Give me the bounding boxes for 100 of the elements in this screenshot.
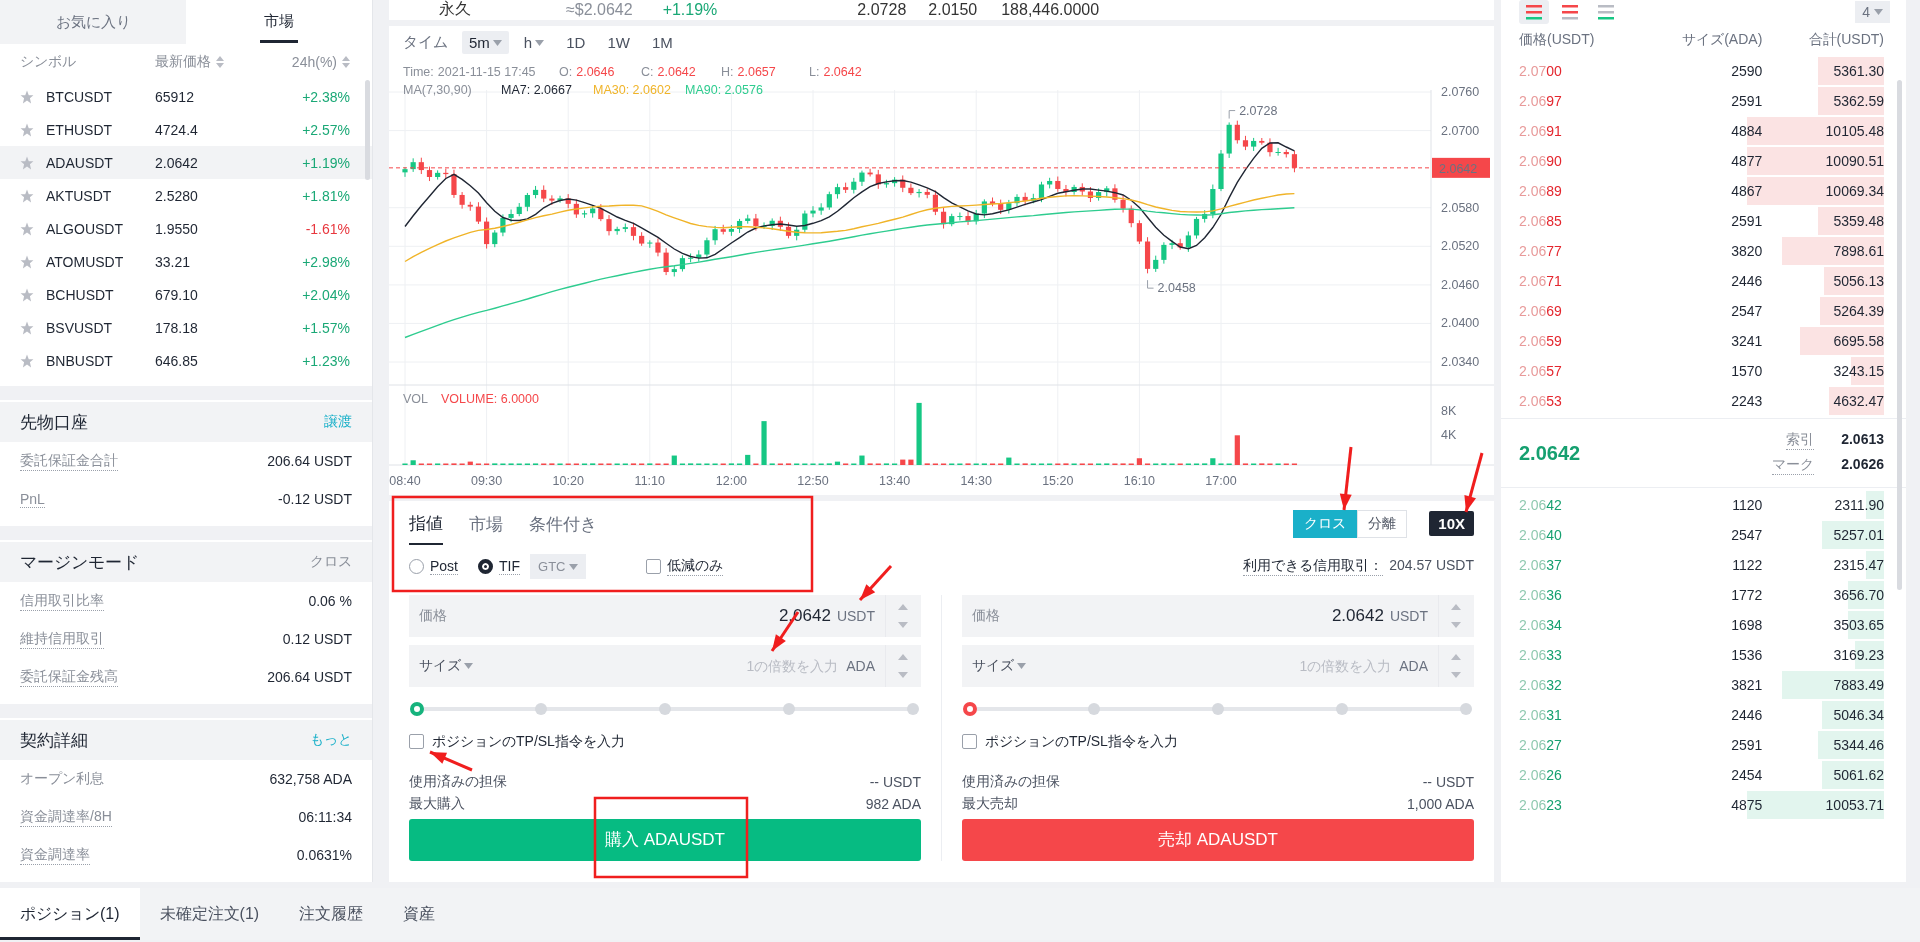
total-cell-text: 5359.48 <box>1832 213 1884 229</box>
change-text: +1.23% <box>302 352 350 369</box>
interval-button[interactable]: 1M <box>644 31 680 55</box>
change-text: +2.57% <box>302 121 350 138</box>
interval-button[interactable]: 5m <box>462 31 509 55</box>
time-tick: 12:00 <box>715 473 748 488</box>
change-text: +2.38% <box>302 88 350 105</box>
price-field[interactable]: 価格 2.0642 USDT <box>962 594 1474 637</box>
field-label: 信用取引比率 <box>20 591 104 611</box>
column-header: 最新価格 <box>155 53 211 71</box>
info-label: 使用済みの担保 <box>409 772 507 791</box>
total-cell-text: 5362.59 <box>1832 93 1884 109</box>
order-type-tab[interactable]: 条件付き <box>529 502 611 546</box>
field-label: 委託保証金残高 <box>20 667 118 687</box>
column-header: シンボル <box>20 53 77 71</box>
size-cell-text: 2547 <box>1730 527 1763 543</box>
price-tick: 2.0580 <box>1441 200 1480 215</box>
section-title: 契約詳細 <box>20 729 88 752</box>
size-cell-text: 1122 <box>1731 557 1763 573</box>
section-title: 先物口座 <box>20 411 88 434</box>
market-row[interactable]: ETHUSDT 4724.4 +2.57% <box>0 113 372 146</box>
total-cell-text: 5361.30 <box>1832 63 1884 79</box>
interval-button[interactable]: 1D <box>559 31 593 55</box>
bottom-tab[interactable]: 注文履歴 <box>279 888 384 940</box>
order-type-tab[interactable]: 指値 <box>409 502 443 546</box>
bottom-tab[interactable]: ポジション(1) <box>0 888 140 940</box>
size-cell-text: 2590 <box>1730 63 1763 79</box>
bottom-tab[interactable]: 未確定注文(1) <box>139 888 280 940</box>
symbol-text: ATOMUSDT <box>46 253 125 270</box>
option-label: TIF <box>499 558 520 576</box>
total-cell-text: 10105.48 <box>1824 123 1884 139</box>
market-row[interactable]: BSVUSDT 178.18 +1.57% <box>0 311 372 344</box>
total-cell-text: 3169.23 <box>1832 647 1884 663</box>
field-value: 206.64 USDT <box>267 669 352 685</box>
column-header: 24h(%) <box>291 54 337 70</box>
market-tab[interactable]: お気に入り <box>0 0 186 44</box>
market-row[interactable]: ATOMUSDT 33.21 +2.98% <box>0 245 372 278</box>
info-value: -- USDT <box>869 773 921 790</box>
section-title: マージンモード <box>20 551 139 574</box>
price-text: 65912 <box>155 88 195 105</box>
time-tick: 14:30 <box>960 473 992 488</box>
ohlc-text: O: 2.0646 <box>559 64 615 79</box>
symbol-text: AKTUSDT <box>46 187 113 204</box>
interval-button[interactable]: h <box>516 31 552 55</box>
price-tick: 2.0400 <box>1441 316 1480 331</box>
time-tick: 15:20 <box>1042 473 1074 488</box>
total-cell-text: 7883.49 <box>1832 677 1884 693</box>
size-cell-text: 1698 <box>1730 617 1763 633</box>
total-cell-text: 2315.47 <box>1832 557 1884 573</box>
margin-mode-button[interactable]: 分離 <box>1357 509 1408 538</box>
market-row[interactable]: BNBUSDT 646.85 +1.23% <box>0 344 372 377</box>
interval-button[interactable]: 1W <box>600 31 637 55</box>
size-cell-text: 3241 <box>1730 333 1763 349</box>
price-text: 2.0642 <box>155 154 199 171</box>
market-row[interactable]: BTCUSDT 65912 +2.38% <box>0 80 372 113</box>
total-cell-text: 5061.62 <box>1832 767 1884 783</box>
total-cell-text: 4632.47 <box>1832 393 1884 409</box>
size-cell-text: 4875 <box>1730 797 1763 813</box>
size-cell-text: 3820 <box>1730 243 1763 259</box>
sell-button[interactable]: 売却 ADAUSDT <box>962 818 1474 861</box>
symbol-text: ETHUSDT <box>46 121 114 138</box>
price-field[interactable]: 価格 2.0642 USDT <box>409 594 921 637</box>
bid-price: 2.0623 <box>1519 797 1563 813</box>
total-cell-text: 10069.34 <box>1824 183 1884 199</box>
market-row[interactable]: ALGOUSDT 1.9550 -1.61% <box>0 212 372 245</box>
info-label: 最大売却 <box>962 794 1018 813</box>
column-header: 合計(USDT) <box>1807 31 1884 49</box>
ask-price: 2.0685 <box>1519 213 1563 229</box>
field-value: -0.12 USDT <box>278 491 352 507</box>
size-cell-text: 2591 <box>1730 93 1763 109</box>
time-tick: 10:20 <box>552 473 584 488</box>
ticker-text: 2.0728 <box>857 0 907 19</box>
field-value: 0.06 % <box>308 593 352 609</box>
leverage-button[interactable]: 10X <box>1429 511 1474 537</box>
total-cell-text: 5257.01 <box>1832 527 1884 543</box>
order-type-tab[interactable]: 市場 <box>469 502 517 546</box>
symbol-text: ADAUSDT <box>46 154 114 171</box>
total-cell-text: 5046.34 <box>1832 707 1884 723</box>
time-label: タイム <box>403 33 448 53</box>
size-cell-text: 2547 <box>1730 303 1763 319</box>
field-label: オープン利息 <box>20 770 104 788</box>
price-tick: 2.0700 <box>1441 123 1480 138</box>
checkbox-label: ポジションのTP/SL指令を入力 <box>432 732 625 751</box>
bid-price: 2.0636 <box>1519 587 1563 603</box>
checkbox-label: ポジションのTP/SL指令を入力 <box>985 732 1178 751</box>
market-row[interactable]: AKTUSDT 2.5280 +1.81% <box>0 179 372 212</box>
precision-select[interactable]: 4 <box>1855 1 1890 23</box>
market-row[interactable]: BCHUSDT 679.10 +2.04% <box>0 278 372 311</box>
ticker-text: ≈$2.0642 <box>566 0 633 19</box>
total-cell-text: 3656.70 <box>1832 587 1884 603</box>
section-value: クロス <box>310 553 352 571</box>
current-price-tag: 2.0642 <box>1432 157 1490 178</box>
bottom-tab[interactable]: 資産 <box>383 888 456 940</box>
symbol-text: BSVUSDT <box>46 319 114 336</box>
price-tick: 2.0460 <box>1441 277 1480 292</box>
ask-price: 2.0659 <box>1519 333 1563 349</box>
ticker-text: 永久 <box>439 0 471 20</box>
market-row[interactable]: ADAUSDT 2.0642 +1.19% <box>0 146 372 179</box>
size-cell-text: 2454 <box>1730 767 1763 783</box>
price-text: 2.5280 <box>155 187 199 204</box>
